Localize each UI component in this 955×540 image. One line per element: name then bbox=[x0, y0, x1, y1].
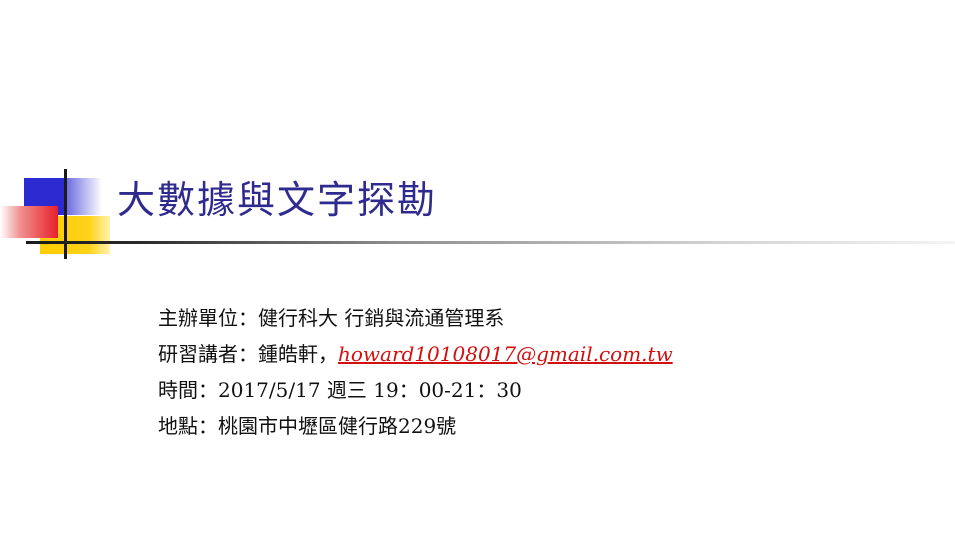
slide: 大數據與文字探勘 主辦單位：健行科大 行銷與流通管理系 研習講者：鍾皓軒，how… bbox=[0, 0, 955, 540]
time-line: 時間：2017/5/17 週三 19：00-21：30 bbox=[158, 378, 522, 402]
speaker-label: 研習講者：鍾皓軒， bbox=[158, 342, 338, 366]
speaker-line: 研習講者：鍾皓軒，howard10108017@gmail.com.tw bbox=[158, 336, 673, 372]
organizer-line: 主辦單位：健行科大 行銷與流通管理系 bbox=[158, 306, 505, 330]
info-block: 主辦單位：健行科大 行銷與流通管理系 研習講者：鍾皓軒，howard101080… bbox=[158, 300, 673, 444]
decorative-vertical-line bbox=[64, 169, 67, 259]
slide-title: 大數據與文字探勘 bbox=[117, 178, 438, 222]
speaker-email-link[interactable]: howard10108017@gmail.com.tw bbox=[338, 342, 673, 366]
decorative-red-block bbox=[0, 206, 58, 238]
decorative-blue-fade bbox=[66, 178, 102, 215]
location-line: 地點：桃園市中壢區健行路229號 bbox=[158, 414, 457, 438]
title-underline-rule bbox=[26, 241, 955, 244]
